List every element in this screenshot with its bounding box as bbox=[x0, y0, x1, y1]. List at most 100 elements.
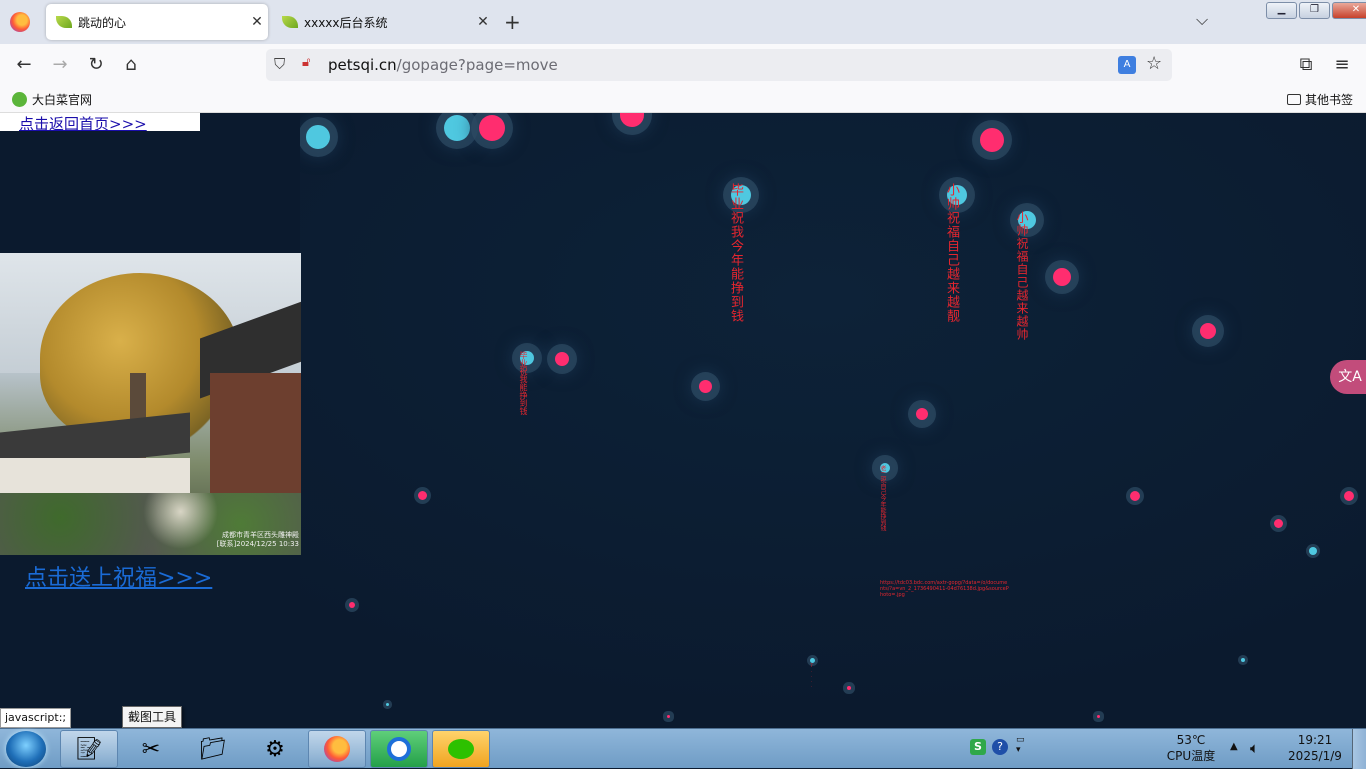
lock-icon[interactable]: 🔓︎ bbox=[302, 55, 310, 70]
heart-orb bbox=[847, 686, 851, 690]
heart-orb bbox=[555, 352, 569, 366]
clock-date: 2025/1/9 bbox=[1288, 749, 1342, 763]
browser-icon[interactable] bbox=[308, 730, 366, 768]
snipping-tool-icon[interactable]: ✂ bbox=[122, 730, 180, 768]
heart-orb bbox=[699, 380, 712, 393]
tray-window-icon[interactable]: ▭ ▾ bbox=[1016, 735, 1025, 755]
start-icon[interactable] bbox=[6, 731, 46, 767]
heart-orb bbox=[386, 703, 389, 706]
settings-icon[interactable]: ⚙ bbox=[246, 730, 304, 768]
tray-sogou-icon[interactable]: S bbox=[970, 739, 986, 755]
folder-icon bbox=[1287, 94, 1301, 105]
window-close-button[interactable]: ✕ bbox=[1332, 2, 1366, 19]
heart-orb bbox=[1309, 547, 1317, 555]
temple-photo: 成都市青羊区西头雕神殿 [联系]2024/12/25 10:33 bbox=[0, 253, 301, 555]
tab-title: xxxxx后台系统 bbox=[304, 15, 388, 30]
cpu-temp-value: 53℃ bbox=[1176, 733, 1206, 747]
tab-heart[interactable]: 跳动的心 ✕ bbox=[46, 4, 268, 40]
heart-orb bbox=[1097, 715, 1100, 718]
heart-orb bbox=[349, 602, 355, 608]
wish-text: 小帅祝福自己越来越靓 bbox=[944, 183, 959, 323]
wish-text: 毕业祝我能挣到钱 bbox=[519, 351, 528, 415]
download-icon bbox=[387, 737, 411, 761]
bookmarks-bar: 大白菜官网 其他书签 bbox=[0, 86, 1366, 113]
url-bar[interactable]: ⛉ 🔓︎ petsqi.cn/gopage?page=move A ☆ bbox=[266, 49, 1172, 81]
bless-link-box: 点击送上祝福>>> bbox=[0, 560, 212, 592]
caption-line: 成都市青羊区西头雕神殿 bbox=[222, 531, 299, 539]
app-icon[interactable] bbox=[370, 730, 428, 768]
firefox-icon[interactable] bbox=[10, 12, 30, 32]
firefox-icon bbox=[324, 736, 350, 762]
menu-icon[interactable]: ≡ bbox=[1330, 53, 1354, 77]
heart-orb bbox=[1200, 323, 1216, 339]
explorer-icon[interactable]: 📁︎ bbox=[184, 730, 242, 768]
bookmark-label: 大白菜官网 bbox=[32, 93, 93, 107]
restore-button[interactable]: ❐ bbox=[1299, 2, 1330, 19]
minimize-button[interactable]: ▁ bbox=[1266, 2, 1297, 19]
photo-caption: 成都市青羊区西头雕神殿 [联系]2024/12/25 10:33 bbox=[184, 531, 299, 549]
show-desktop-button[interactable] bbox=[1352, 729, 1366, 769]
leaf-icon bbox=[56, 16, 72, 28]
other-bookmarks[interactable]: 其他书签 bbox=[1287, 91, 1353, 108]
heart-orb bbox=[1274, 519, 1283, 528]
home-link[interactable]: 点击返回首页>>> bbox=[0, 113, 147, 134]
bookmark-site-icon bbox=[12, 92, 27, 107]
cpu-temp-label: CPU温度 bbox=[1166, 749, 1216, 763]
long-wish-text: https://tdc03.bdc.com/axtr-gopg/?data=/o… bbox=[880, 580, 1009, 598]
new-tab-button[interactable]: + bbox=[504, 10, 521, 34]
heart-orb bbox=[1344, 491, 1354, 501]
heart-orb bbox=[667, 715, 670, 718]
wish-text: 老二祝自己今年能挣到钱 bbox=[879, 465, 886, 531]
forward-icon[interactable]: → bbox=[48, 53, 72, 77]
heart-orb bbox=[1053, 268, 1071, 286]
tab-admin[interactable]: xxxxx后台系统 ✕ bbox=[272, 4, 494, 40]
close-icon[interactable]: ✕ bbox=[246, 14, 268, 30]
tray-help-icon[interactable]: ? bbox=[992, 739, 1008, 755]
star-icon[interactable]: ☆ bbox=[1146, 53, 1162, 74]
heart-orb bbox=[1130, 491, 1140, 501]
window-controls: ▁ ❐ ✕ bbox=[1266, 2, 1366, 19]
wish-text: 毕业祝我今年能挣到钱 bbox=[728, 183, 743, 323]
nav-bar: ← → ↻ ⌂ ⛉ 🔓︎ petsqi.cn/gopage?page=move … bbox=[0, 44, 1366, 86]
heart-orb bbox=[980, 128, 1004, 152]
clock-time: 19:21 bbox=[1297, 733, 1333, 747]
home-link-box: 点击返回首页>>> bbox=[0, 113, 200, 134]
wechat-icon[interactable] bbox=[432, 730, 490, 768]
heart-orb bbox=[418, 491, 427, 500]
notepad-icon[interactable]: 📝︎ bbox=[60, 730, 118, 768]
tab-list-button[interactable]: ⌵ bbox=[1196, 10, 1208, 30]
taskbar-tooltip: 截图工具 bbox=[122, 706, 183, 728]
caption-line: [联系]2024/12/25 10:33 bbox=[216, 540, 299, 548]
bookmark-dabaicai[interactable]: 大白菜官网 bbox=[12, 91, 92, 108]
translate-icon[interactable]: A bbox=[1118, 56, 1136, 74]
tab-bar: 跳动的心 ✕ xxxxx后台系统 ✕ + ⌵ ▁ ❐ ✕ bbox=[0, 0, 1366, 44]
leaf-icon bbox=[282, 16, 298, 28]
heart-orb bbox=[620, 113, 644, 127]
taskbar-clock[interactable]: 19:21 2025/1/9 bbox=[1280, 732, 1350, 764]
url-text[interactable]: petsqi.cn/gopage?page=move bbox=[328, 56, 558, 74]
tray-expand-icon[interactable]: ▲ bbox=[1230, 741, 1238, 752]
heart-orb bbox=[479, 115, 505, 141]
shield-icon[interactable]: ⛉ bbox=[274, 55, 285, 73]
heart-orb bbox=[916, 408, 928, 420]
tab-title: 跳动的心 bbox=[78, 15, 127, 30]
close-icon[interactable]: ✕ bbox=[472, 14, 494, 30]
link-status-bar: javascript:; bbox=[0, 708, 72, 728]
left-panel: 点击返回首页>>> 成都市青羊区西头雕神殿 [联系]2024/12/25 10:… bbox=[0, 113, 301, 728]
heart-orb bbox=[1241, 658, 1245, 662]
wish-text: 7.... bbox=[809, 663, 814, 688]
home-icon[interactable]: ⌂ bbox=[119, 53, 143, 77]
reload-icon[interactable]: ↻ bbox=[84, 53, 108, 77]
taskbar: 📝︎ ✂ 📁︎ ⚙ S ? ▭ ▾ 53℃ CPU温度 ▲ 🔈︎ 19:21 20… bbox=[0, 728, 1366, 769]
bless-link[interactable]: 点击送上祝福>>> bbox=[0, 566, 212, 591]
back-icon[interactable]: ← bbox=[12, 53, 36, 77]
heart-orb bbox=[306, 125, 330, 149]
extensions-icon[interactable]: ⧉ bbox=[1294, 53, 1318, 77]
heart-orb bbox=[444, 115, 470, 141]
cpu-temperature[interactable]: 53℃ CPU温度 bbox=[1160, 732, 1222, 764]
translate-float-button[interactable]: 文A bbox=[1330, 360, 1366, 394]
wechat-bubble-icon bbox=[448, 739, 474, 759]
other-bookmarks-label: 其他书签 bbox=[1305, 93, 1354, 107]
page-content: 毕业祝我今年能挣到钱 小帅祝福自己越来越靓 小帅祝福自己越来越帅 毕业祝我能挣到… bbox=[0, 113, 1366, 728]
volume-icon[interactable]: 🔈︎ bbox=[1250, 739, 1259, 757]
